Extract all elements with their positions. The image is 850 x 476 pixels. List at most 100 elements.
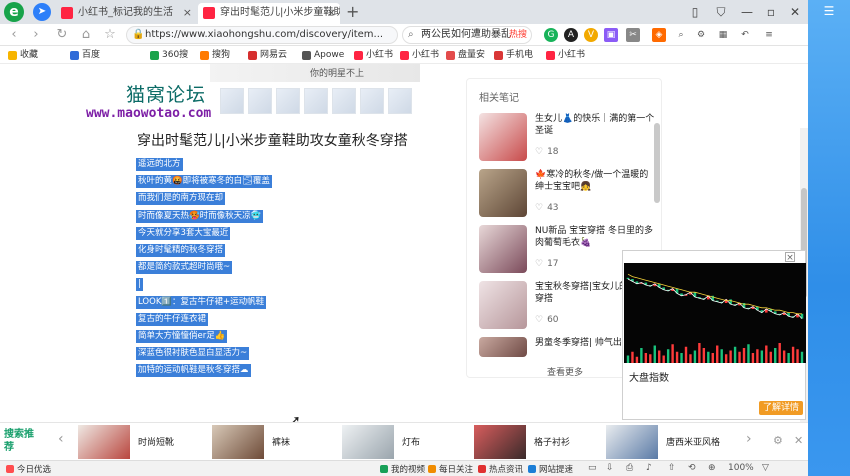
tab-xiaohongshu-home[interactable]: 小红书_标记我的生活 × [56,3,196,24]
related-note-thumbnail [479,281,527,329]
print-icon[interactable]: ⎙ [626,463,633,473]
close-window-button[interactable]: ✕ [786,3,804,21]
menu-icon[interactable]: ≡ [762,28,776,42]
bookmark-item[interactable]: 小红书 [546,48,585,62]
tab-current-note[interactable]: 穿出时髦范儿|小米步童鞋助攻女 × [198,3,340,24]
apps-grid-icon[interactable]: ▦ [716,28,730,42]
recommend-settings-icon[interactable]: ⚙ [773,434,783,447]
bookmark-item[interactable]: 网易云 [248,48,287,62]
recommend-thumbnail [606,425,658,459]
stock-chart[interactable] [624,263,806,363]
restore-tabs-icon[interactable]: ⛉ [712,3,730,21]
like-count: ♡ 18 [535,147,559,157]
tab-close-icon[interactable]: × [327,3,336,23]
news-icon [478,465,486,473]
bookmark-item[interactable]: 小红书 [400,48,439,62]
url-input[interactable]: 🔒 https://www.xiaohongshu.com/discovery/… [126,26,398,44]
bookmark-item[interactable]: 盘量安 [446,48,485,62]
settings-icon[interactable]: ⚙ [694,28,708,42]
volume-bar [716,345,719,363]
forward-button[interactable]: › [28,26,44,44]
download-icon[interactable]: ⇩ [606,463,614,473]
bookmark-item[interactable]: 搜狗 [200,48,230,62]
home-button[interactable]: ⌂ [78,26,94,44]
related-notes-title: 相关笔记 [479,93,519,104]
speedup-icon [528,465,536,473]
volume-bar [724,354,728,363]
heart-icon: ♡ [535,315,544,325]
image-thumbnail[interactable] [220,88,244,114]
bookmark-item[interactable]: 手机电 [494,48,533,62]
bookmark-item[interactable]: Apowe [302,48,344,62]
note-line: 今天就分享3套大宝最近 [136,226,231,240]
video-icon [380,465,388,473]
upload-icon[interactable]: ⇧ [668,463,676,473]
volume-bar [720,349,723,363]
bookmark-item[interactable]: 收藏 [8,48,38,62]
volume-bar [800,351,804,363]
volume-bar [791,346,795,363]
status-item[interactable]: 今日优选 [6,463,51,475]
extension-purple-icon[interactable]: ▣ [604,28,618,42]
image-thumbnail[interactable] [332,88,356,114]
undo-icon[interactable]: ↶ [738,28,752,42]
bookmark-item[interactable]: 小红书 [354,48,393,62]
browser-logo-icon[interactable]: e [4,2,24,22]
new-tab-button[interactable]: + [346,2,359,21]
scissors-icon[interactable]: ✂ [626,28,640,42]
navigation-icon[interactable]: ➤ [33,3,51,21]
note-body: 遥远的北方 秋叶的黄🤬即将被寒冬的白🌫覆盖 而我们是的南方现在却 时而像夏天热🥵… [136,156,276,379]
extension-shield-icon[interactable]: V [584,28,598,42]
previous-arrow-icon[interactable]: ‹ [58,431,64,447]
volume-bar [738,351,741,363]
image-thumbnail[interactable] [248,88,272,114]
translate-icon[interactable]: ⟲ [688,463,696,473]
magnifier-icon[interactable]: ⌕ [674,28,688,42]
status-item[interactable]: 每日关注 [428,463,473,475]
image-thumbnail[interactable] [276,88,300,114]
maximize-button[interactable]: ▫ [762,3,780,21]
bookmark-star-icon[interactable]: ☆ [102,26,118,44]
image-thumbnail[interactable] [388,88,412,114]
tab-label: 穿出时髦范儿|小米步童鞋助攻女 [220,7,340,18]
volume-bar [662,355,665,363]
zoom-level[interactable]: 100% [728,463,754,473]
image-thumbnail[interactable] [304,88,328,114]
volume-bar [666,349,670,363]
recommend-label: 裤袜 [272,438,291,448]
game-icon[interactable]: ◈ [652,28,666,42]
minimize-button[interactable]: — [738,3,756,21]
candle-mark [626,277,630,279]
mouse-cursor-icon: ➚ [289,413,301,422]
search-input[interactable]: ⌕ 两公民如何遭助暴乱 热搜 [402,26,532,44]
recommend-close-icon[interactable]: ✕ [794,434,803,447]
tab-list-icon[interactable]: ▯ [686,3,704,21]
learn-more-button[interactable]: 了解详情 [758,401,803,415]
tab-label: 小红书_标记我的生活 [78,7,173,18]
bookmark-item[interactable]: 360搜 [150,48,188,62]
refresh-button[interactable]: ↻ [54,26,70,44]
back-button[interactable]: ‹ [6,26,22,44]
status-item[interactable]: 网站提速 [528,463,573,475]
sidebar-toggle-icon[interactable]: ☰ [820,2,838,20]
pc-icon[interactable]: ▭ [588,463,597,473]
note-line: 都是简约款式超时尚哦~ [136,261,233,275]
related-note-item[interactable]: 生女儿👗的快乐｜满的第一个圣诞 ♡ 18 [479,113,655,167]
related-note-item[interactable]: 🍁寒冷的秋冬/做一个温暖的绅士宝宝吧👧 ♡ 43 [479,169,655,223]
view-more-link[interactable]: 查看更多 [547,365,583,378]
next-arrow-icon[interactable]: › [746,431,752,447]
image-thumbnail[interactable] [360,88,384,114]
status-item[interactable]: 我的视频 [380,463,425,475]
sound-icon[interactable]: ♪ [646,463,652,473]
xiaohongshu-favicon-icon [61,7,73,19]
filter-icon[interactable]: ▽ [762,463,769,473]
status-item[interactable]: 热点资讯 [478,463,523,475]
zoom-icon[interactable]: ⊕ [708,463,716,473]
tab-close-icon[interactable]: × [183,3,192,23]
extension-a-icon[interactable]: A [564,28,578,42]
extension-green-icon[interactable]: G [544,28,558,42]
search-recommend-label: 搜索推荐 [4,429,34,453]
volume-bar [729,350,732,363]
bookmark-item[interactable]: 百度 [70,48,100,62]
popup-close-icon[interactable]: × [785,252,795,263]
